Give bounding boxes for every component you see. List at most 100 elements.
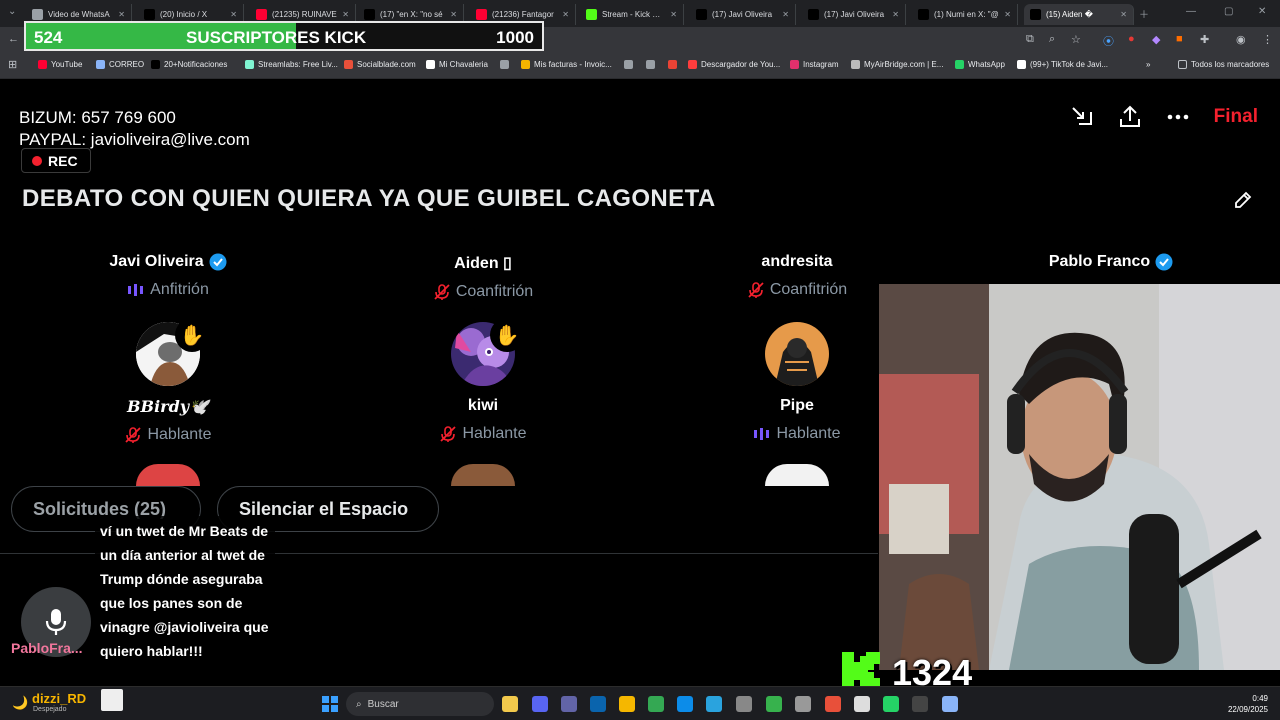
bookmark-item[interactable]: Descargador de You...	[688, 60, 780, 69]
browser-menu-icon[interactable]: ⋮	[1262, 33, 1273, 46]
taskbar-username[interactable]: dizzi_RD	[32, 691, 86, 706]
all-bookmarks-folder[interactable]: Todos los marcadores	[1178, 60, 1269, 69]
close-tab-icon[interactable]: ✕	[562, 10, 569, 19]
extension-icon[interactable]: ⦿	[1103, 33, 1114, 49]
bookmark-item[interactable]: Socialblade.com	[344, 60, 416, 69]
back-icon[interactable]: ←	[8, 33, 19, 45]
bookmark-item[interactable]	[646, 60, 655, 69]
tab-search-icon[interactable]: ⌄	[8, 6, 16, 17]
participant-cohost[interactable]: Aiden ▯ Coanfitrión	[383, 253, 583, 301]
close-tab-icon[interactable]: ✕	[230, 10, 237, 19]
extension-icon[interactable]: ●	[1128, 33, 1135, 45]
youtube-icon	[256, 9, 267, 20]
chrome-icon[interactable]	[648, 696, 664, 712]
close-tab-icon[interactable]: ✕	[118, 10, 125, 19]
bookmark-item[interactable]: CORREO	[96, 60, 144, 69]
browser-tab[interactable]: (1) Numi en X: "@ ✕	[912, 4, 1018, 25]
camtasia-icon[interactable]	[766, 696, 782, 712]
gear-icon[interactable]	[942, 696, 958, 712]
new-tab-button[interactable]: ＋	[1139, 6, 1149, 21]
telegram-icon[interactable]	[706, 696, 722, 712]
browser-tab[interactable]: (15) Aiden � ✕	[1024, 4, 1134, 25]
share-icon[interactable]	[1117, 104, 1143, 130]
more-bookmarks-icon[interactable]: »	[1146, 60, 1150, 69]
tab-title: (15) Aiden �	[1046, 10, 1093, 19]
speaker-avatar-partial	[136, 464, 200, 486]
bookmark-item[interactable]: YouTube	[38, 60, 82, 69]
bookmark-item[interactable]: Streamlabs: Free Liv...	[245, 60, 338, 69]
participant-speaker[interactable]: Pipe Hablante	[697, 397, 897, 443]
windows-start-icon[interactable]	[322, 696, 338, 712]
vpn-icon[interactable]	[825, 696, 841, 712]
weather-status: Despejado	[33, 706, 67, 713]
speaking-bars-icon	[128, 284, 144, 296]
bookmark-favicon-icon	[851, 60, 860, 69]
browser-tab[interactable]: (17) Javi Oliveira ✕	[802, 4, 906, 25]
recording-badge: REC	[21, 148, 91, 173]
participant-speaker[interactable]: kiwi Hablante	[383, 397, 583, 443]
bookmark-item[interactable]	[624, 60, 633, 69]
extensions-puzzle-icon[interactable]: ✚	[1200, 33, 1209, 46]
close-window-icon[interactable]: ✕	[1258, 6, 1266, 17]
end-space-button[interactable]: Final	[1214, 106, 1258, 128]
extension-icon[interactable]: ◆	[1152, 33, 1160, 46]
close-tab-icon[interactable]: ✕	[1004, 10, 1011, 19]
outlook-icon[interactable]	[590, 696, 606, 712]
windows-taskbar: 🌙 dizzi_RD Despejado ⌕ Buscar 0:49 22/09…	[0, 686, 1280, 720]
browser-tab[interactable]: (17) Javi Oliveira ✕	[690, 4, 796, 25]
close-tab-icon[interactable]: ✕	[342, 10, 349, 19]
x-app-icon[interactable]	[912, 696, 928, 712]
participant-cohost[interactable]: andresita Coanfitrión	[697, 253, 897, 299]
minimize-space-icon[interactable]	[1069, 104, 1095, 130]
participant-cohost[interactable]: Pablo Franco	[1011, 253, 1211, 271]
close-tab-icon[interactable]: ✕	[782, 10, 789, 19]
close-tab-icon[interactable]: ✕	[670, 10, 677, 19]
browser-tab[interactable]: Stream - Kick Das ✕	[580, 4, 684, 25]
whatsapp-icon[interactable]	[883, 696, 899, 712]
folder-icon	[1178, 60, 1187, 69]
close-tab-icon[interactable]: ✕	[892, 10, 899, 19]
edge-icon[interactable]	[677, 696, 693, 712]
bookmark-item[interactable]	[500, 60, 509, 69]
more-options-icon[interactable]	[1165, 104, 1191, 130]
minimize-icon[interactable]: —	[1186, 6, 1196, 17]
wireguard-icon[interactable]	[736, 696, 752, 712]
system-clock[interactable]: 0:49 22/09/2025	[1228, 693, 1268, 715]
bookmark-item[interactable]: Mis facturas - Invoic...	[521, 60, 612, 69]
bookmark-favicon-icon	[668, 60, 677, 69]
bookmark-item[interactable]: MyAirBridge.com | E...	[851, 60, 943, 69]
weather-icon[interactable]: 🌙	[12, 695, 28, 711]
maximize-icon[interactable]: ▢	[1224, 6, 1233, 17]
cast-icon[interactable]: ⧉	[1026, 33, 1034, 46]
zoom-icon[interactable]: ⌕	[1049, 33, 1055, 46]
bookmark-star-icon[interactable]: ☆	[1071, 33, 1081, 46]
speaker-avatar[interactable]	[765, 322, 829, 386]
bookmark-item[interactable]: Mi Chavaleria	[426, 60, 488, 69]
participant-speaker[interactable]: 𝑩𝑩𝒊𝒓𝒅𝒚🕊️ Hablante	[68, 397, 268, 444]
subscriber-goal-label: SUSCRIPTORES KICK	[186, 28, 367, 47]
close-tab-icon[interactable]: ✕	[450, 10, 457, 19]
speaking-bars-icon	[754, 428, 770, 440]
bookmark-item[interactable]: WhatsApp	[955, 60, 1005, 69]
file-explorer-icon[interactable]	[502, 696, 518, 712]
folder-icon[interactable]	[619, 696, 635, 712]
extension-icon[interactable]: ■	[1176, 33, 1183, 45]
bookmark-item[interactable]	[668, 60, 677, 69]
bookmark-item[interactable]: Instagram	[790, 60, 839, 69]
participant-host[interactable]: Javi Oliveira Anfitrión	[68, 253, 268, 299]
bookmark-favicon-icon	[1017, 60, 1026, 69]
discord-icon[interactable]	[532, 696, 548, 712]
bookmark-favicon-icon	[646, 60, 655, 69]
bookmark-favicon-icon	[151, 60, 160, 69]
settings-icon[interactable]	[795, 696, 811, 712]
bookmark-item[interactable]: 20+Notificaciones	[151, 60, 227, 69]
edit-title-icon[interactable]	[1232, 189, 1254, 211]
obs-icon[interactable]	[854, 696, 870, 712]
teams-icon[interactable]	[561, 696, 577, 712]
bookmark-favicon-icon	[688, 60, 697, 69]
bookmark-item[interactable]: (99+) TikTok de Javi...	[1017, 60, 1108, 69]
apps-grid-icon[interactable]: ⊞	[8, 58, 17, 71]
profile-avatar[interactable]: ◉	[1236, 33, 1246, 46]
close-tab-icon[interactable]: ✕	[1120, 10, 1127, 19]
taskbar-search[interactable]: ⌕ Buscar	[346, 692, 494, 716]
